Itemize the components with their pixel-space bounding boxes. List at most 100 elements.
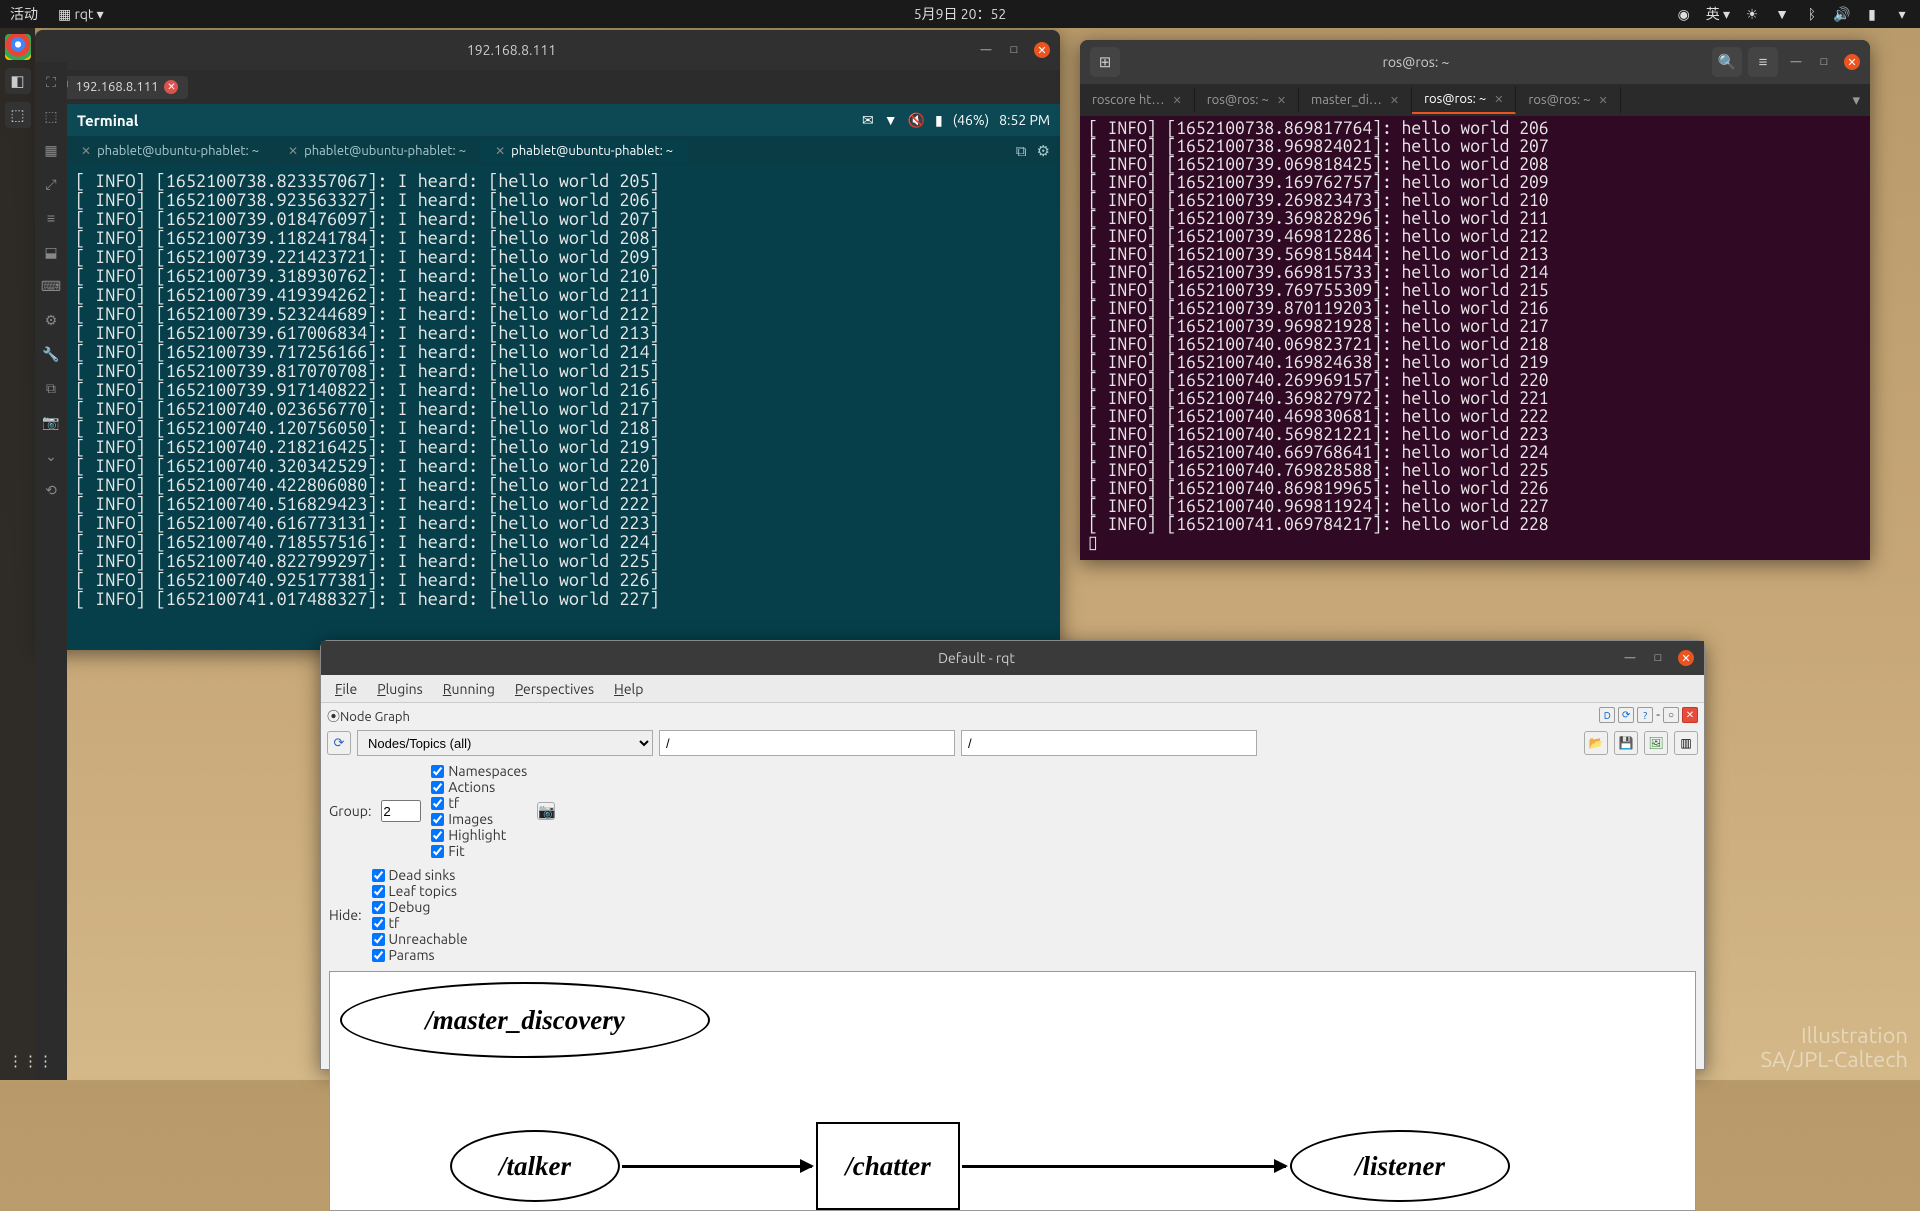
phone-tab-0[interactable]: ✕phablet@ubuntu-phablet: ~ (67, 139, 274, 163)
screenshot-icon[interactable]: ⬓ (41, 242, 61, 262)
dock-app-3[interactable]: ⬚ (5, 102, 31, 128)
menu-running[interactable]: Running (435, 678, 503, 700)
node-master-discovery[interactable]: /master_discovery (340, 982, 710, 1058)
grab-icon[interactable]: ▦ (41, 140, 61, 160)
vnc-viewport[interactable]: Terminal ✉ ▼ 🔇 ▮ (46%) 8:52 PM ✕phablet@… (67, 104, 1060, 650)
close-icon[interactable]: ✕ (1172, 94, 1181, 107)
dock-chrome[interactable] (5, 34, 31, 60)
close-plugin-button[interactable]: ✕ (1682, 707, 1698, 723)
close-icon[interactable]: ✕ (495, 144, 505, 158)
check-actions[interactable]: Actions (431, 779, 527, 795)
check-tf[interactable]: tf (431, 795, 527, 811)
menu-file[interactable]: File (327, 678, 365, 700)
gterm-tab-0[interactable]: roscore ht…✕ (1080, 87, 1195, 113)
minimize-button[interactable]: — (1788, 54, 1804, 70)
menu-icon[interactable]: ≡ (1748, 47, 1778, 77)
wifi-icon[interactable]: ▼ (884, 112, 898, 128)
check-leaf-topics[interactable]: Leaf topics (372, 883, 468, 899)
filter-input-1[interactable] (659, 730, 955, 756)
power-menu-icon[interactable]: ▾ (1894, 6, 1910, 22)
save-icon[interactable]: 💾 (1614, 731, 1638, 755)
gear-icon[interactable]: ⚙ (1037, 142, 1050, 160)
mail-icon[interactable]: ✉ (862, 112, 874, 129)
minimize-button[interactable]: — (1622, 650, 1638, 666)
group-depth-input[interactable] (381, 800, 421, 822)
keyboard-icon[interactable]: ⌨ (41, 276, 61, 296)
menu-help[interactable]: Help (606, 678, 651, 700)
maximize-button[interactable]: □ (1816, 54, 1832, 70)
help-button[interactable]: ? (1637, 707, 1653, 723)
dock-app-2[interactable]: ◧ (5, 68, 31, 94)
battery-icon[interactable]: ▮ (1864, 6, 1880, 22)
close-icon[interactable]: ✕ (1390, 94, 1399, 107)
node-talker[interactable]: /talker (450, 1130, 620, 1202)
close-button[interactable]: ✕ (1034, 42, 1050, 58)
ime-indicator[interactable]: 英 ▾ (1706, 4, 1730, 24)
new-tab-button[interactable]: ⊞ (1090, 47, 1120, 77)
close-icon[interactable]: ✕ (1494, 93, 1503, 106)
dock-button[interactable]: D (1599, 707, 1615, 723)
close-button[interactable]: ✕ (1844, 54, 1860, 70)
disconnect-icon[interactable]: ⟲ (41, 480, 61, 500)
brightness-icon[interactable]: ☀ (1744, 6, 1760, 22)
maximize-button[interactable]: □ (1006, 42, 1022, 58)
view-icon[interactable]: ▥ (1674, 731, 1698, 755)
maximize-button[interactable]: □ (1650, 650, 1666, 666)
scale-icon[interactable]: ⤢ (41, 174, 61, 194)
activities-button[interactable]: 活动 (10, 4, 38, 24)
reload-button[interactable]: ⟳ (1618, 707, 1634, 723)
fit-icon[interactable]: ⬚ (41, 106, 61, 126)
menu-perspectives[interactable]: Perspectives (507, 678, 602, 700)
wrench-icon[interactable]: 🔧 (41, 344, 61, 364)
mute-icon[interactable]: 🔇 (908, 112, 925, 129)
close-icon[interactable]: ✕ (1599, 94, 1608, 107)
check-params[interactable]: Params (372, 947, 468, 963)
export-icon[interactable]: 🖼 (1644, 731, 1668, 755)
camera-icon[interactable]: 📷 (41, 412, 61, 432)
check-debug[interactable]: Debug (372, 899, 468, 915)
app-menu[interactable]: ▦ rqt ▾ (58, 6, 104, 23)
check-tf[interactable]: tf (372, 915, 468, 931)
refresh-button[interactable]: ⟳ (327, 731, 351, 755)
close-icon[interactable]: ✕ (1277, 94, 1286, 107)
copy-icon[interactable]: ⧉ (41, 378, 61, 398)
volume-icon[interactable]: 🔊 (1834, 6, 1850, 22)
clock[interactable]: 5月9日 20：52 (914, 4, 1007, 24)
phone-terminal-output[interactable]: [ INFO] [1652100738.823357067]: I heard:… (67, 166, 1060, 615)
open-icon[interactable]: 📂 (1584, 731, 1608, 755)
snapshot-button[interactable]: 📷 (537, 802, 555, 820)
gterm-tab-3[interactable]: ros@ros: ~✕ (1412, 86, 1516, 114)
search-icon[interactable]: 🔍 (1712, 47, 1742, 77)
check-namespaces[interactable]: Namespaces (431, 763, 527, 779)
tools-icon[interactable]: ≡ (41, 208, 61, 228)
check-unreachable[interactable]: Unreachable (372, 931, 468, 947)
remmina-titlebar[interactable]: 192.168.8.111 — □ ✕ (35, 30, 1060, 70)
check-fit[interactable]: Fit (431, 843, 527, 859)
node-listener[interactable]: /listener (1290, 1130, 1510, 1202)
gterm-titlebar[interactable]: ⊞ ros@ros: ~ 🔍 ≡ — □ ✕ (1080, 40, 1870, 84)
copy-icon[interactable]: ⧉ (1016, 142, 1027, 160)
show-apps-button[interactable]: ⋮⋮⋮ (8, 1052, 28, 1072)
gterm-output[interactable]: [ INFO] [1652100738.869817764]: hello wo… (1080, 116, 1870, 560)
fullscreen-icon[interactable]: ⛶ (41, 72, 61, 92)
check-dead-sinks[interactable]: Dead sinks (372, 867, 468, 883)
gterm-tab-1[interactable]: ros@ros: ~✕ (1195, 87, 1299, 113)
settings-button[interactable]: ○ (1663, 707, 1679, 723)
tabs-dropdown[interactable]: ▾ (1842, 91, 1870, 109)
phone-tab-1[interactable]: ✕phablet@ubuntu-phablet: ~ (274, 139, 481, 163)
rqt-graph-canvas[interactable]: /master_discovery /talker /chatter /list… (329, 971, 1696, 1211)
topic-chatter[interactable]: /chatter (816, 1122, 960, 1210)
gterm-tab-4[interactable]: ros@ros: ~✕ (1516, 87, 1620, 113)
wifi-icon[interactable]: ▼ (1774, 6, 1790, 22)
close-icon[interactable]: ✕ (288, 144, 298, 158)
bluetooth-icon[interactable]: ᛒ (1804, 6, 1820, 22)
rqt-titlebar[interactable]: Default - rqt — □ ✕ (321, 641, 1704, 675)
settings-icon[interactable]: ⚙ (41, 310, 61, 330)
check-images[interactable]: Images (431, 811, 527, 827)
gterm-tab-2[interactable]: master_di…✕ (1299, 87, 1412, 113)
tab-close-icon[interactable]: ✕ (164, 80, 178, 94)
a11y-icon[interactable]: ◉ (1676, 6, 1692, 22)
minimize-button[interactable]: — (978, 42, 994, 58)
check-highlight[interactable]: Highlight (431, 827, 527, 843)
chevron-down-icon[interactable]: ⌄ (41, 446, 61, 466)
